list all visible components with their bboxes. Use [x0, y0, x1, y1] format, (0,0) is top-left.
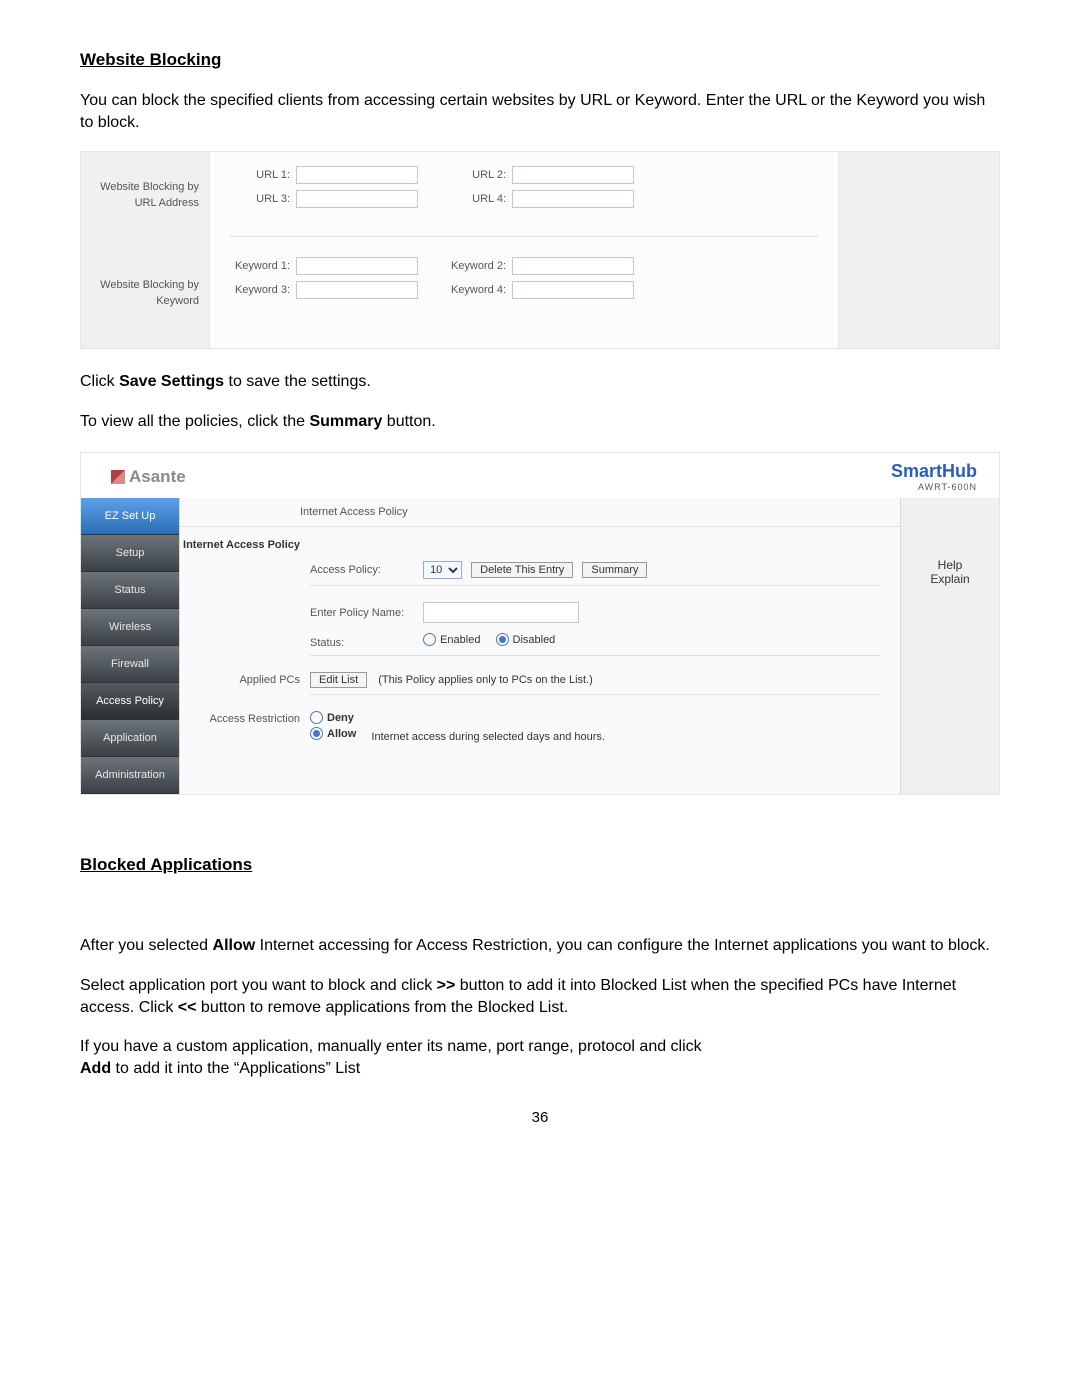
section-internet-access-policy: Internet Access Policy — [180, 533, 310, 551]
blocked-apps-p1: After you selected Allow Internet access… — [80, 935, 1000, 957]
nav-application[interactable]: Application — [81, 720, 179, 757]
brand-smarthub: SmartHub AWRT-600N — [891, 461, 977, 492]
input-url4[interactable] — [512, 190, 634, 208]
nav-administration[interactable]: Administration — [81, 757, 179, 794]
label-applied-pcs: Applied PCs — [180, 668, 310, 686]
blocked-apps-p3: If you have a custom application, manual… — [80, 1036, 1000, 1079]
help-line1[interactable]: Help — [909, 558, 991, 572]
page-number: 36 — [80, 1109, 1000, 1126]
label-access-restriction: Access Restriction — [180, 707, 310, 725]
text-allow-suffix: Internet access during selected days and… — [371, 731, 605, 743]
nav-ez-setup[interactable]: EZ Set Up — [81, 498, 179, 535]
screenshot-access-policy: Asante SmartHub AWRT-600N EZ Set Up Setu… — [80, 452, 1000, 795]
label-url3: URL 3: — [220, 193, 296, 205]
sidebar-nav: EZ Set Up Setup Status Wireless Firewall… — [81, 498, 179, 794]
nav-wireless[interactable]: Wireless — [81, 609, 179, 646]
heading-website-blocking: Website Blocking — [80, 50, 221, 70]
button-delete-entry[interactable]: Delete This Entry — [471, 562, 573, 578]
summary-paragraph: To view all the policies, click the Summ… — [80, 411, 1000, 433]
input-policy-name[interactable] — [423, 602, 579, 623]
button-edit-list[interactable]: Edit List — [310, 672, 367, 688]
radio-status-enabled[interactable]: Enabled — [423, 633, 480, 646]
help-panel: Help Explain — [901, 498, 999, 794]
label-kw2: Keyword 2: — [436, 260, 512, 272]
label-block-by-url: Website Blocking by URL Address — [81, 152, 209, 250]
save-settings-paragraph: Click Save Settings to save the settings… — [80, 371, 1000, 393]
radio-status-disabled[interactable]: Disabled — [496, 633, 556, 646]
nav-access-policy[interactable]: Access Policy — [81, 683, 179, 720]
brand-asante: Asante — [111, 467, 186, 487]
note-applied-pcs: (This Policy applies only to PCs on the … — [378, 674, 593, 686]
asante-logo-icon — [111, 470, 125, 484]
select-access-policy[interactable]: 10 — [423, 561, 462, 579]
input-url3[interactable] — [296, 190, 418, 208]
input-kw2[interactable] — [512, 257, 634, 275]
blocked-apps-p2: Select application port you want to bloc… — [80, 975, 1000, 1018]
label-kw3: Keyword 3: — [220, 284, 296, 296]
radio-allow[interactable]: Allow — [310, 727, 356, 740]
nav-status[interactable]: Status — [81, 572, 179, 609]
nav-setup[interactable]: Setup — [81, 535, 179, 572]
label-url1: URL 1: — [220, 169, 296, 181]
label-kw1: Keyword 1: — [220, 260, 296, 272]
label-block-by-keyword: Website Blocking by Keyword — [81, 250, 209, 348]
input-kw3[interactable] — [296, 281, 418, 299]
tab-internet-access-policy: Internet Access Policy — [180, 498, 900, 527]
input-url1[interactable] — [296, 166, 418, 184]
label-access-policy: Access Policy: — [310, 564, 420, 576]
input-url2[interactable] — [512, 166, 634, 184]
heading-blocked-applications: Blocked Applications — [80, 855, 252, 875]
label-url2: URL 2: — [436, 169, 512, 181]
nav-firewall[interactable]: Firewall — [81, 646, 179, 683]
screenshot-website-blocking: Website Blocking by URL Address Website … — [80, 151, 1000, 349]
input-kw4[interactable] — [512, 281, 634, 299]
label-policy-name: Enter Policy Name: — [310, 607, 420, 619]
label-status: Status: — [310, 637, 420, 649]
button-summary[interactable]: Summary — [582, 562, 647, 578]
intro-paragraph: You can block the specified clients from… — [80, 90, 1000, 133]
help-line2[interactable]: Explain — [909, 572, 991, 586]
input-kw1[interactable] — [296, 257, 418, 275]
radio-deny[interactable]: Deny — [310, 711, 354, 724]
label-url4: URL 4: — [436, 193, 512, 205]
label-kw4: Keyword 4: — [436, 284, 512, 296]
